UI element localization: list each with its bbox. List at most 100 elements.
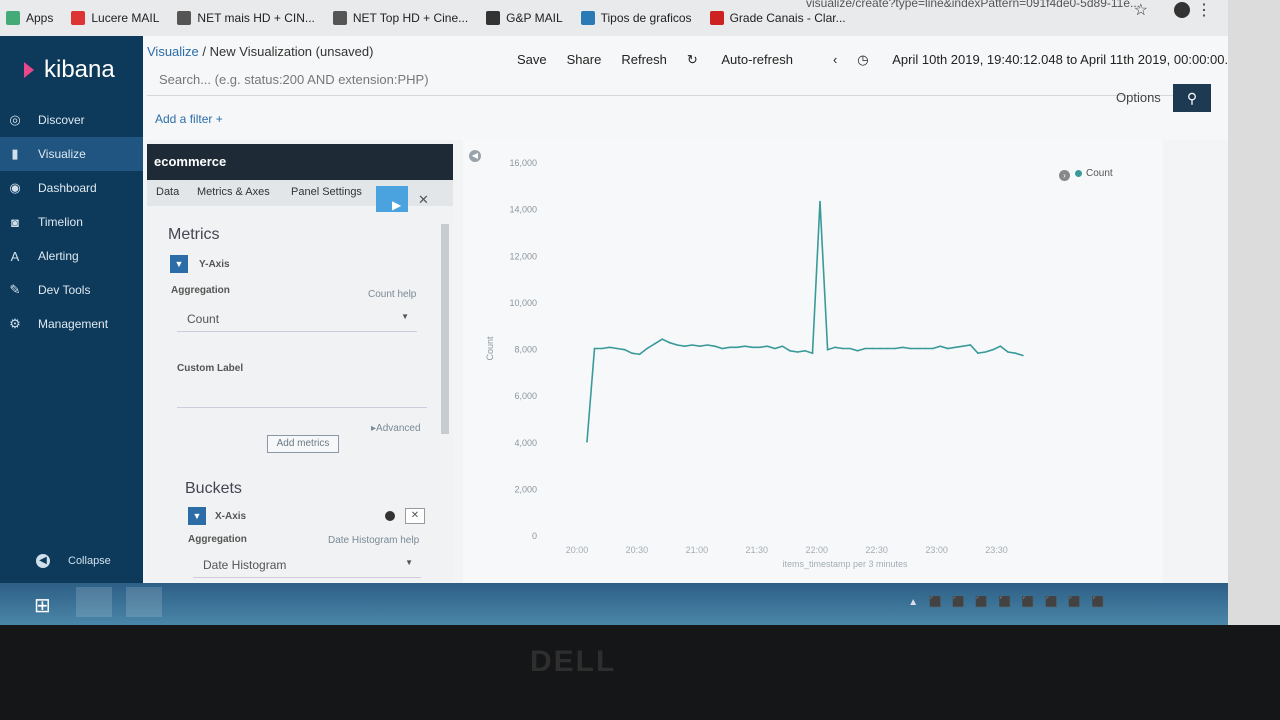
sidebar-item-alerting[interactable]: A Alerting [0, 239, 143, 273]
editor-tabs: Data Metrics & Axes Panel Settings ▶ ✕ [147, 180, 453, 212]
custom-label-label: Custom Label [177, 363, 244, 374]
data-point [879, 347, 881, 350]
legend-toggle-icon[interactable]: › [1059, 170, 1070, 181]
laptop-frame: Apps Lucere MAIL NET mais HD + CIN... NET T… [0, 0, 1280, 720]
add-metrics-button[interactable]: Add metrics [267, 435, 339, 453]
bookmark-item[interactable]: Grade Canais - Clar... [709, 11, 846, 25]
tab-metrics-axes[interactable]: Metrics & Axes [197, 186, 270, 198]
tab-data[interactable]: Data [156, 186, 179, 198]
kibana-logo-icon [24, 62, 34, 78]
sidebar-item-visualize[interactable]: ▮ Visualize [0, 137, 143, 171]
chevron-left-icon: ◀ [36, 554, 50, 568]
x-axis-toggle[interactable]: ▼ [188, 507, 206, 525]
bookmark-item[interactable]: Lucere MAIL [71, 11, 159, 25]
breadcrumb-visualize-link[interactable]: Visualize [147, 44, 199, 59]
sidebar-item-label: Dev Tools [38, 283, 91, 297]
collapse-button[interactable]: ◀ Collapse [36, 554, 111, 568]
chevron-down-icon: ▼ [192, 511, 202, 521]
data-point [736, 346, 739, 349]
net-icon [177, 11, 192, 25]
legend-label[interactable]: Count [1086, 168, 1113, 179]
y-tick-label: 14,000 [509, 205, 537, 215]
add-filter-button[interactable]: Add a filter + [155, 112, 223, 126]
sidebar-item-discover[interactable]: ◎ Discover [0, 103, 143, 137]
data-point [601, 347, 603, 350]
data-point [766, 345, 769, 347]
bucket-aggregation-value: Date Histogram [203, 558, 287, 572]
buckets-title: Buckets [185, 480, 242, 497]
bookmark-label: Apps [26, 11, 54, 25]
star-icon[interactable]: ☆ [1134, 0, 1148, 20]
count-help-link[interactable]: Count help [368, 289, 416, 300]
bucket-aggregation-label: Aggregation [188, 534, 247, 545]
bookmark-label: NET mais HD + CIN... [197, 11, 315, 25]
dell-logo: DELL [530, 645, 617, 678]
data-point [969, 344, 972, 346]
sidebar-item-label: Timelion [38, 215, 83, 229]
x-tick-label: 23:30 [985, 545, 1008, 555]
data-point [939, 345, 942, 347]
collapse-label: Collapse [68, 555, 111, 567]
data-point [962, 345, 964, 347]
data-point [932, 347, 934, 350]
bookmark-item[interactable]: NET mais HD + CIN... [177, 11, 315, 25]
bar-chart-icon: ▮ [11, 146, 19, 161]
sidebar-item-dashboard[interactable]: ◉ Dashboard [0, 171, 143, 205]
aggregation-value: Count [187, 312, 220, 326]
bookmark-label: Lucere MAIL [91, 11, 160, 25]
sidebar-item-timelion[interactable]: ◙ Timelion [0, 205, 143, 239]
close-icon: ✕ [410, 510, 420, 521]
custom-label-input[interactable] [177, 382, 427, 408]
net-icon [332, 11, 347, 25]
y-tick-label: 16,000 [509, 158, 537, 168]
system-tray[interactable]: ▲ ⬛ ⬛ ⬛ ⬛ ⬛ ⬛ ⬛ ⬛ [908, 597, 1108, 608]
sidebar-item-dev-tools[interactable]: ✎ Dev Tools [0, 273, 143, 307]
date-histogram-help-link[interactable]: Date Histogram help [328, 535, 419, 546]
sidebar-item-management[interactable]: ⚙ Management [0, 307, 143, 341]
x-tick-label: 22:00 [805, 545, 828, 555]
windows-start-icon[interactable]: ⊞ [34, 593, 51, 618]
remove-bucket-button[interactable]: ✕ [405, 508, 425, 524]
x-axis-label: items_timestamp per 3 minutes [782, 559, 908, 569]
avatar[interactable] [1174, 2, 1190, 18]
data-point [593, 347, 596, 350]
tab-panel-settings[interactable]: Panel Settings [291, 186, 362, 198]
data-point [849, 347, 851, 350]
advanced-toggle[interactable]: ▸Advanced [371, 423, 421, 434]
bookmark-item[interactable]: Tipos de graficos [580, 11, 692, 25]
aggregation-select[interactable]: Count ▼ [177, 308, 417, 332]
data-point [661, 338, 663, 340]
y-axis-label: Count [485, 336, 495, 361]
editor-scrollbar[interactable] [441, 224, 449, 434]
bucket-aggregation-select[interactable]: Date Histogram ▼ [193, 554, 421, 578]
x-tick-label: 21:00 [686, 545, 709, 555]
data-point [984, 351, 987, 353]
menu-icon[interactable]: ⋮ [1196, 0, 1212, 20]
auto-refresh-label: Auto-refresh [721, 52, 793, 67]
toggle-icon[interactable] [385, 511, 395, 521]
search-input[interactable]: Search... (e.g. status:200 AND extension… [147, 66, 1209, 96]
bookmark-item[interactable]: Apps [6, 11, 53, 25]
compass-icon: ◎ [9, 112, 21, 127]
play-icon: ▶ [392, 198, 402, 212]
x-tick-label: 20:00 [566, 545, 589, 555]
alerting-icon: A [10, 248, 20, 264]
file-explorer-icon[interactable] [76, 587, 112, 617]
chrome-icon[interactable] [126, 587, 162, 617]
bookmark-item[interactable]: NET Top HD + Cine... [332, 11, 468, 25]
data-point [909, 347, 911, 350]
bookmark-item[interactable]: G&P MAIL [486, 11, 563, 25]
kibana-logo[interactable]: kibana [24, 56, 115, 84]
sidebar-item-label: Alerting [38, 249, 79, 263]
logo-text: kibana [44, 56, 115, 83]
wrench-icon: ✎ [9, 282, 21, 297]
url-fragment[interactable]: visualize/create?type=line&indexPattern=… [806, 0, 1140, 10]
clock-icon: ◷ [857, 52, 873, 67]
y-tick-label: 8,000 [514, 345, 537, 355]
line-chart: 16,000 14,000 12,000 10,000 8,000 6,000 4,000 2… [485, 158, 1024, 569]
options-button[interactable]: Options [1116, 90, 1161, 105]
search-button[interactable]: ⚲ [1173, 84, 1211, 112]
y-axis-toggle[interactable]: ▼ [170, 255, 188, 273]
apply-button[interactable]: ▶ [376, 186, 408, 212]
data-point [691, 344, 693, 346]
